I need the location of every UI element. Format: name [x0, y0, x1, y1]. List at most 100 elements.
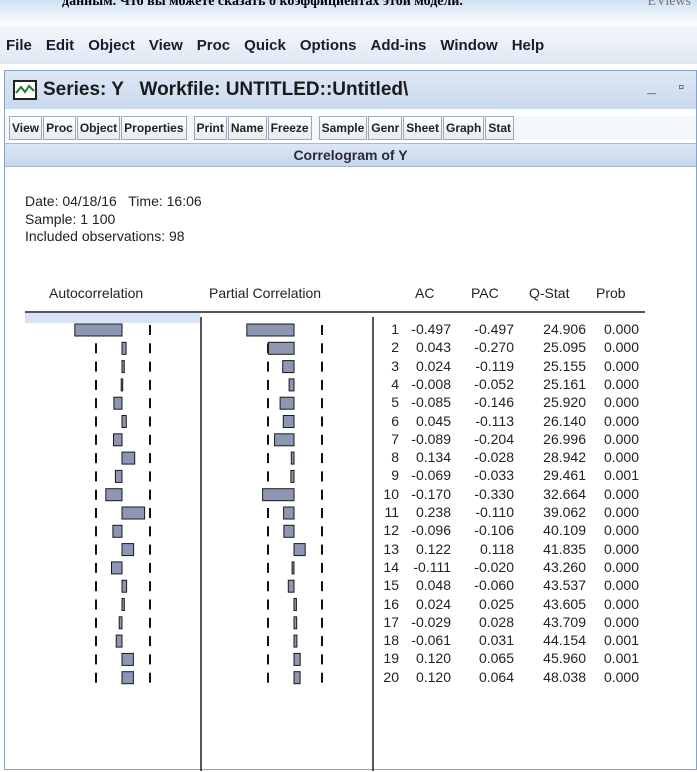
menu-view[interactable]: View	[149, 37, 183, 54]
menu-help[interactable]: Help	[512, 37, 545, 54]
prob-value: 0.000	[603, 558, 639, 575]
qstat-value: 43.260	[543, 558, 586, 575]
ac-value: 0.122	[415, 540, 451, 557]
pac-value: -0.204	[474, 430, 514, 447]
ac-value: -0.089	[411, 430, 451, 447]
ac-value: 0.045	[415, 412, 451, 429]
qstat-value: 25.155	[543, 357, 586, 374]
lag-value: 1	[391, 321, 399, 337]
prob-value: 0.001	[603, 650, 639, 667]
correlogram-row: 3 0.024 -0.119 25.155 0.000	[5, 358, 697, 376]
qstat-value: 26.996	[543, 430, 586, 447]
correlogram-row: 12 -0.096 -0.106 40.109 0.000	[5, 522, 697, 540]
pac-value: -0.052	[474, 375, 514, 392]
lag-value: 9	[391, 467, 399, 484]
ac-value: 0.024	[415, 595, 451, 612]
pac-value: -0.033	[474, 467, 514, 484]
menu-quick[interactable]: Quick	[244, 37, 286, 54]
pac-value: -0.497	[474, 321, 514, 337]
prob-value: 0.000	[603, 339, 639, 356]
prob-value: 0.000	[603, 613, 639, 630]
qstat-value: 45.960	[543, 650, 586, 667]
prob-value: 0.000	[603, 430, 639, 447]
menu-bar: File Edit Object View Proc Quick Options Add-in…	[0, 26, 697, 64]
lag-value: 5	[391, 394, 399, 411]
lag-value: 15	[383, 577, 399, 594]
prob-value: 0.000	[603, 449, 639, 466]
pac-value: 0.028	[478, 613, 514, 630]
lag-value: 3	[391, 357, 399, 374]
prob-value: 0.000	[603, 394, 639, 411]
pac-value: -0.028	[474, 449, 514, 466]
pac-value: -0.146	[474, 394, 514, 411]
correlogram-row: 18 -0.061 0.031 44.154 0.001	[5, 632, 697, 650]
ac-value: 0.048	[415, 577, 451, 594]
qstat-value: 25.920	[543, 394, 586, 411]
correlogram-row: 19 0.120 0.065 45.960 0.001	[5, 650, 697, 668]
qstat-value: 41.835	[543, 540, 586, 557]
correlogram-row: 6 0.045 -0.113 26.140 0.000	[5, 413, 697, 431]
pac-value: -0.060	[474, 577, 514, 594]
qstat-value: 39.062	[543, 504, 586, 520]
lag-value: 11	[384, 504, 399, 520]
ac-value: 0.120	[415, 668, 451, 685]
qstat-value: 26.140	[543, 412, 586, 429]
menu-object[interactable]: Object	[88, 37, 135, 54]
series-window: Series: Y Workfile: UNTITLED::Untitled\ …	[4, 70, 697, 771]
ac-value: -0.111	[413, 558, 451, 575]
lag-value: 10	[383, 485, 399, 502]
pac-value: -0.106	[474, 522, 514, 539]
pac-value: -0.113	[475, 412, 514, 429]
document-caption: данным. Что вы можете сказать о коэффици…	[0, 0, 697, 26]
ac-value: 0.134	[415, 449, 451, 466]
menu-window[interactable]: Window	[440, 37, 497, 54]
menu-add-ins[interactable]: Add-ins	[371, 37, 427, 54]
correlogram-row: 14 -0.111 -0.020 43.260 0.000	[5, 559, 697, 577]
pac-value: -0.020	[474, 558, 514, 575]
qstat-value: 25.095	[543, 339, 586, 356]
menu-proc[interactable]: Proc	[197, 37, 230, 54]
correlogram-row: 20 0.120 0.064 48.038 0.000	[5, 669, 697, 687]
pac-value: -0.110	[475, 504, 514, 520]
correlogram-row: 10 -0.170 -0.330 32.664 0.000	[5, 486, 697, 504]
qstat-value: 44.154	[543, 632, 586, 649]
correlogram-row: 1 -0.497 -0.497 24.906 0.000	[5, 321, 697, 339]
menu-edit[interactable]: Edit	[46, 37, 74, 54]
correlogram-row: 13 0.122 0.118 41.835 0.000	[5, 541, 697, 559]
correlogram-row: 9 -0.069 -0.033 29.461 0.001	[5, 467, 697, 485]
lag-value: 8	[391, 449, 399, 466]
qstat-value: 40.109	[543, 522, 586, 539]
menu-file[interactable]: File	[6, 37, 32, 54]
ac-value: -0.497	[411, 321, 451, 337]
lag-value: 13	[383, 540, 399, 557]
prob-value: 0.000	[603, 668, 639, 685]
prob-value: 0.000	[603, 595, 639, 612]
ac-value: 0.120	[415, 650, 451, 667]
correlogram-row: 8 0.134 -0.028 28.942 0.000	[5, 449, 697, 467]
ac-value: -0.008	[411, 375, 451, 392]
qstat-value: 43.709	[543, 613, 586, 630]
caption-right-text: EViews	[647, 0, 691, 9]
correlogram-row: 7 -0.089 -0.204 26.996 0.000	[5, 431, 697, 449]
lag-value: 16	[383, 595, 399, 612]
qstat-value: 48.038	[543, 668, 586, 685]
pac-value: 0.065	[478, 650, 514, 667]
correlogram-row: 16 0.024 0.025 43.605 0.000	[5, 596, 697, 614]
pac-value: -0.270	[474, 339, 514, 356]
ac-value: -0.069	[411, 467, 451, 484]
pac-value: -0.330	[474, 485, 514, 502]
prob-value: 0.000	[603, 485, 639, 502]
ac-value: 0.024	[415, 357, 451, 374]
lag-value: 2	[391, 339, 399, 356]
pac-value: -0.119	[475, 357, 514, 374]
prob-value: 0.000	[603, 321, 639, 337]
prob-value: 0.000	[603, 577, 639, 594]
prob-value: 0.000	[603, 375, 639, 392]
qstat-value: 32.664	[543, 485, 586, 502]
pac-value: 0.031	[478, 632, 514, 649]
menu-options[interactable]: Options	[300, 37, 357, 54]
lag-value: 6	[391, 412, 399, 429]
prob-value: 0.001	[603, 632, 639, 649]
qstat-value: 43.537	[543, 577, 586, 594]
qstat-value: 29.461	[543, 467, 586, 484]
